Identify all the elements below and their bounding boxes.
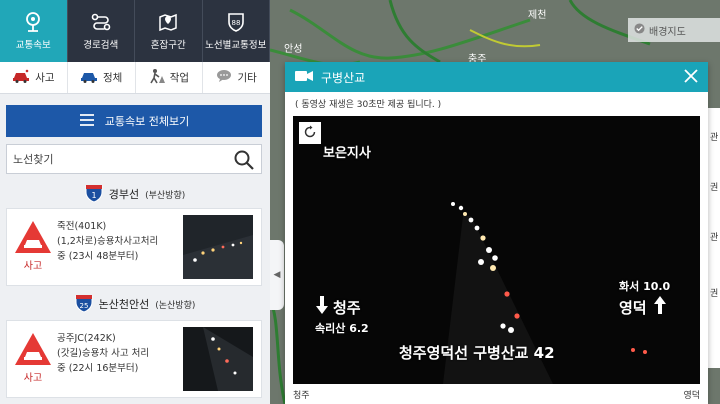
hamburger-menu-icon [79, 113, 95, 129]
tab-traffic-news[interactable]: 교통속보 [0, 0, 68, 62]
background-map-label: 배경지도 [649, 26, 686, 38]
arrow-down-icon [315, 296, 329, 318]
filter-label: 사고 [35, 72, 55, 84]
tab-label: 혼잡구간 [150, 40, 186, 51]
filter-other[interactable]: 기타 [203, 62, 270, 93]
route-number: 1 [91, 191, 96, 200]
route-header: 1 경부선 (부산방향) [0, 182, 270, 206]
left-distance: 속리산 6.2 [315, 322, 369, 335]
highway-shield-icon: 25 [75, 293, 93, 316]
map-marker-icon [157, 10, 179, 34]
refresh-button[interactable] [299, 122, 321, 144]
search-icon[interactable] [233, 149, 255, 175]
route-name: 논산천안선 [98, 298, 150, 311]
strip-char: 관 [710, 233, 719, 243]
check-circle-icon [634, 23, 645, 37]
accident-sign-icon: 사고 [13, 331, 53, 384]
cctv-video[interactable]: 보은지사 청주 속리산 6.2 화서 10.0 영덕 청주영덕선 구병산교 42 [293, 116, 700, 384]
map-label-jecheon: 제천 [528, 10, 547, 21]
route-icon [90, 10, 112, 34]
incident-filter-tabs: 사고 정체 작업 기타 [0, 62, 270, 94]
incident-location: 죽전(401K) [57, 221, 107, 232]
incident-detail: (갓길)승용차 사고 처리 [57, 348, 150, 359]
construction-worker-icon [149, 68, 165, 87]
congestion-car-icon [80, 69, 98, 86]
tab-label: 경로검색 [83, 40, 119, 51]
cctv-thumbnail[interactable] [183, 327, 253, 391]
left-destination: 청주 [333, 298, 361, 317]
filter-label: 기타 [237, 72, 257, 84]
filter-label: 정체 [102, 72, 123, 84]
route-direction: (부산방향) [145, 190, 186, 201]
right-distance: 화서 10.0 [619, 280, 671, 293]
accident-car-icon [12, 69, 30, 86]
popup-footer: 청주 영덕 [293, 388, 700, 401]
footer-destination: 영덕 [683, 391, 700, 401]
tab-route-search[interactable]: 경로검색 [68, 0, 135, 62]
incident-time: 중 (22시 16분부터) [57, 363, 139, 374]
close-icon[interactable] [684, 69, 698, 86]
incident-card[interactable]: 사고 공주JC(242K) (갓길)승용차 사고 처리 중 (22시 16분부터… [6, 320, 262, 398]
map-pin-icon [22, 10, 44, 34]
incident-type: 사고 [23, 261, 43, 272]
route-search-box [6, 144, 262, 174]
strip-char: 권 [710, 183, 719, 193]
video-camera-icon [295, 70, 313, 85]
tab-label: 교통속보 [15, 40, 51, 51]
highway-shield-icon: 88 [225, 10, 247, 34]
incident-time: 중 (23시 48분부터) [57, 251, 139, 262]
accident-sign-icon: 사고 [13, 219, 53, 272]
refresh-icon [303, 124, 317, 143]
strip-char: 권 [710, 289, 719, 299]
panel-collapse-handle[interactable]: ◀ [270, 240, 284, 310]
tab-label: 노선별교통정보 [205, 40, 267, 51]
background-map-toggle[interactable]: 배경지도 [628, 18, 720, 42]
right-destination: 영덕 [619, 298, 647, 317]
incident-card[interactable]: 사고 죽전(401K) (1,2차로)승용차사고처리 중 (23시 48분부터) [6, 208, 262, 286]
speech-bubble-icon [216, 69, 232, 86]
incident-location: 공주JC(242K) [57, 333, 116, 344]
right-direction-sign: 영덕 [619, 296, 667, 318]
popup-header: 구병산교 [285, 62, 708, 92]
incident-type: 사고 [23, 373, 43, 384]
arrow-up-icon [653, 296, 667, 318]
cctv-thumbnail[interactable] [183, 215, 253, 279]
traffic-app: 제천 안성 충주 배경지도 교통속보 경로검색 혼잡구간 88 노선별교통정보 … [0, 0, 720, 404]
footer-origin: 청주 [293, 391, 310, 401]
cctv-popup: 구병산교 ( 동영상 재생은 30초만 제공 됩니다. ) 보은지사 청주 속리… [285, 62, 708, 404]
map-label-anseong: 안성 [284, 44, 303, 55]
route-number: 25 [79, 302, 88, 310]
main-tabs: 교통속보 경로검색 혼잡구간 88 노선별교통정보 [0, 0, 270, 62]
background-list-strip: 관 권 관 권 [708, 108, 720, 368]
highway-shield-icon: 1 [85, 183, 103, 206]
view-all-button[interactable]: 교통속보 전체보기 [6, 105, 262, 137]
chevron-left-icon: ◀ [273, 270, 281, 280]
route-search-input[interactable] [13, 152, 233, 166]
svg-text:88: 88 [231, 19, 240, 27]
incident-description: 죽전(401K) (1,2차로)승용차사고처리 중 (23시 48분부터) [57, 219, 183, 264]
tab-route-traffic[interactable]: 88 노선별교통정보 [203, 0, 270, 62]
incident-detail: (1,2차로)승용차사고처리 [57, 236, 159, 247]
route-name: 경부선 [108, 188, 140, 201]
strip-char: 관 [710, 133, 719, 143]
popup-title: 구병산교 [321, 70, 366, 85]
filter-accident[interactable]: 사고 [0, 62, 68, 93]
route-direction: (논산방향) [155, 300, 196, 311]
left-panel: 교통속보 경로검색 혼잡구간 88 노선별교통정보 사고 정체 작업 기타 교통… [0, 0, 270, 404]
tab-congestion[interactable]: 혼잡구간 [135, 0, 203, 62]
station-label: 보은지사 [323, 146, 371, 161]
filter-construction[interactable]: 작업 [136, 62, 204, 93]
filter-congestion[interactable]: 정체 [68, 62, 136, 93]
filter-label: 작업 [169, 72, 190, 84]
route-header: 25 논산천안선 (논산방향) [0, 292, 270, 316]
video-caption: 청주영덕선 구병산교 42 [399, 344, 555, 362]
playback-notice: ( 동영상 재생은 30초만 제공 됩니다. ) [295, 99, 442, 110]
view-all-label: 교통속보 전체보기 [104, 115, 190, 128]
left-direction-sign: 청주 [315, 296, 361, 318]
incident-description: 공주JC(242K) (갓길)승용차 사고 처리 중 (22시 16분부터) [57, 331, 183, 376]
